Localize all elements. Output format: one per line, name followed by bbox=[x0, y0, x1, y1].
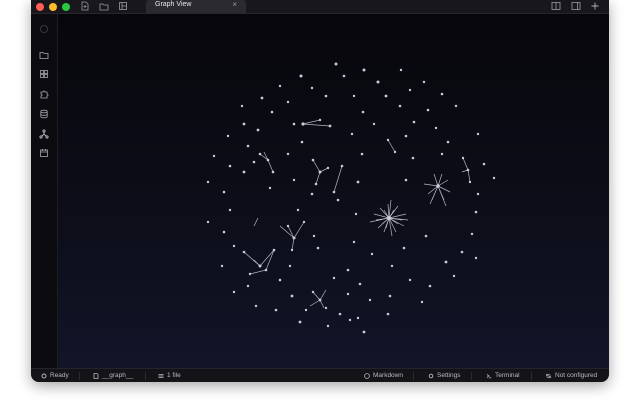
tab-close-icon[interactable]: × bbox=[232, 0, 237, 9]
tab-graph-view[interactable]: Graph View × bbox=[146, 0, 246, 13]
status-divider bbox=[79, 372, 80, 380]
sync-off-icon bbox=[545, 373, 552, 378]
activity-sidebar bbox=[31, 14, 58, 368]
status-graph-label: __graph__ bbox=[102, 372, 134, 379]
status-ready: Ready bbox=[41, 372, 69, 379]
status-markdown[interactable]: Markdown bbox=[364, 372, 403, 379]
status-divider bbox=[413, 372, 414, 380]
status-graph[interactable]: __graph__ bbox=[93, 372, 133, 379]
app-logo-icon bbox=[39, 24, 49, 34]
graph-view-canvas[interactable] bbox=[58, 14, 609, 368]
open-folder-icon[interactable] bbox=[99, 1, 109, 11]
layout-icon[interactable] bbox=[118, 1, 128, 11]
calendar-icon[interactable] bbox=[39, 148, 49, 158]
close-window-button[interactable] bbox=[36, 3, 44, 11]
gear-icon bbox=[41, 373, 47, 378]
database-icon[interactable] bbox=[39, 109, 49, 119]
plus-icon[interactable] bbox=[590, 1, 600, 11]
puzzle-icon[interactable] bbox=[39, 89, 49, 99]
status-markdown-label: Markdown bbox=[373, 372, 403, 379]
zoom-window-button[interactable] bbox=[62, 3, 70, 11]
status-sync-label: Not configured bbox=[555, 372, 598, 379]
knowledge-graph[interactable] bbox=[58, 14, 609, 368]
grid-icon[interactable] bbox=[39, 69, 49, 79]
app-window: Graph View × Ready __graph__ 1 file Mark… bbox=[31, 0, 609, 382]
split-view-icon[interactable] bbox=[551, 1, 561, 11]
status-settings[interactable]: Settings bbox=[428, 372, 461, 379]
status-files-label: 1 file bbox=[167, 372, 181, 379]
status-bar: Ready __graph__ 1 file Markdown Settings… bbox=[31, 368, 609, 382]
settings-icon bbox=[428, 373, 434, 378]
status-settings-label: Settings bbox=[437, 372, 461, 379]
terminal-icon bbox=[486, 373, 492, 378]
minimize-window-button[interactable] bbox=[49, 3, 57, 11]
file-icon bbox=[93, 372, 99, 379]
tab-label: Graph View bbox=[155, 1, 192, 8]
lines-icon bbox=[158, 373, 164, 378]
title-bar: Graph View × bbox=[31, 0, 609, 14]
github-icon bbox=[364, 372, 370, 379]
folder-icon[interactable] bbox=[39, 50, 49, 60]
graph-nodes bbox=[206, 62, 496, 334]
status-terminal[interactable]: Terminal bbox=[486, 372, 520, 379]
status-terminal-label: Terminal bbox=[495, 372, 520, 379]
status-file-count: 1 file bbox=[158, 372, 181, 379]
status-divider bbox=[145, 372, 146, 380]
status-divider bbox=[471, 372, 472, 380]
status-divider bbox=[531, 372, 532, 380]
status-ready-label: Ready bbox=[50, 372, 69, 379]
right-panel-icon[interactable] bbox=[571, 1, 581, 11]
status-sync[interactable]: Not configured bbox=[545, 372, 597, 379]
graph-icon[interactable] bbox=[39, 129, 49, 139]
new-file-icon[interactable] bbox=[80, 1, 90, 11]
